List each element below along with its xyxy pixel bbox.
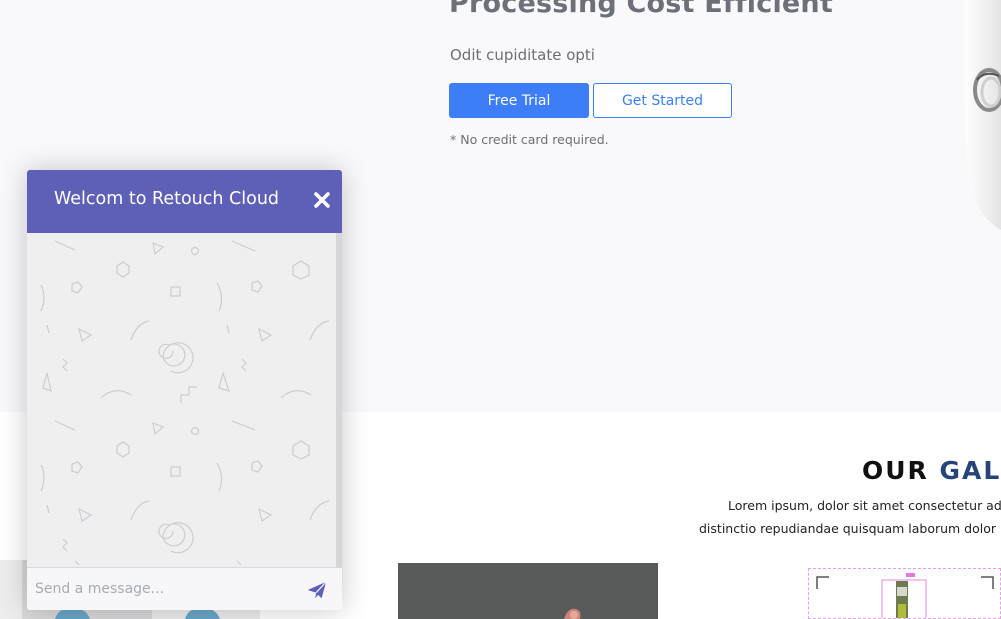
gallery-image-2-graphic [816, 573, 994, 618]
send-icon[interactable] [306, 579, 328, 601]
hero-title: Processing Cost Efficient [449, 0, 833, 19]
gallery-image-1[interactable] [398, 563, 658, 619]
chat-messages-area [27, 233, 342, 567]
gallery-title: OUR GALLE [862, 456, 1001, 485]
chat-doodle-background [40, 240, 330, 566]
hero-subtitle: Odit cupiditate opti [450, 46, 595, 64]
chat-scrollbar[interactable] [336, 233, 342, 567]
chat-header: Welcom to Retouch Cloud [27, 170, 342, 233]
no-credit-card-note: * No credit card required. [450, 132, 609, 147]
gallery-title-part1: OUR [862, 456, 940, 485]
chat-message-input[interactable] [35, 574, 297, 604]
gallery-description-line2: distinctio repudiandae quisquam laborum … [699, 521, 997, 536]
close-icon[interactable] [310, 188, 334, 212]
gallery-description-line1: Lorem ipsum, dolor sit amet consectetur … [728, 498, 1001, 513]
chat-title: Welcom to Retouch Cloud [54, 189, 280, 209]
chat-widget: Welcom to Retouch Cloud [27, 170, 342, 610]
gallery-title-part2: GALLE [939, 456, 1001, 485]
gallery-image-1-graphic [398, 563, 658, 619]
gallery-image-2[interactable] [808, 568, 1001, 619]
jewelry-product-image [964, 0, 1001, 230]
free-trial-button[interactable]: Free Trial [449, 83, 589, 118]
chat-input-bar [27, 567, 342, 610]
get-started-button[interactable]: Get Started [593, 83, 732, 118]
